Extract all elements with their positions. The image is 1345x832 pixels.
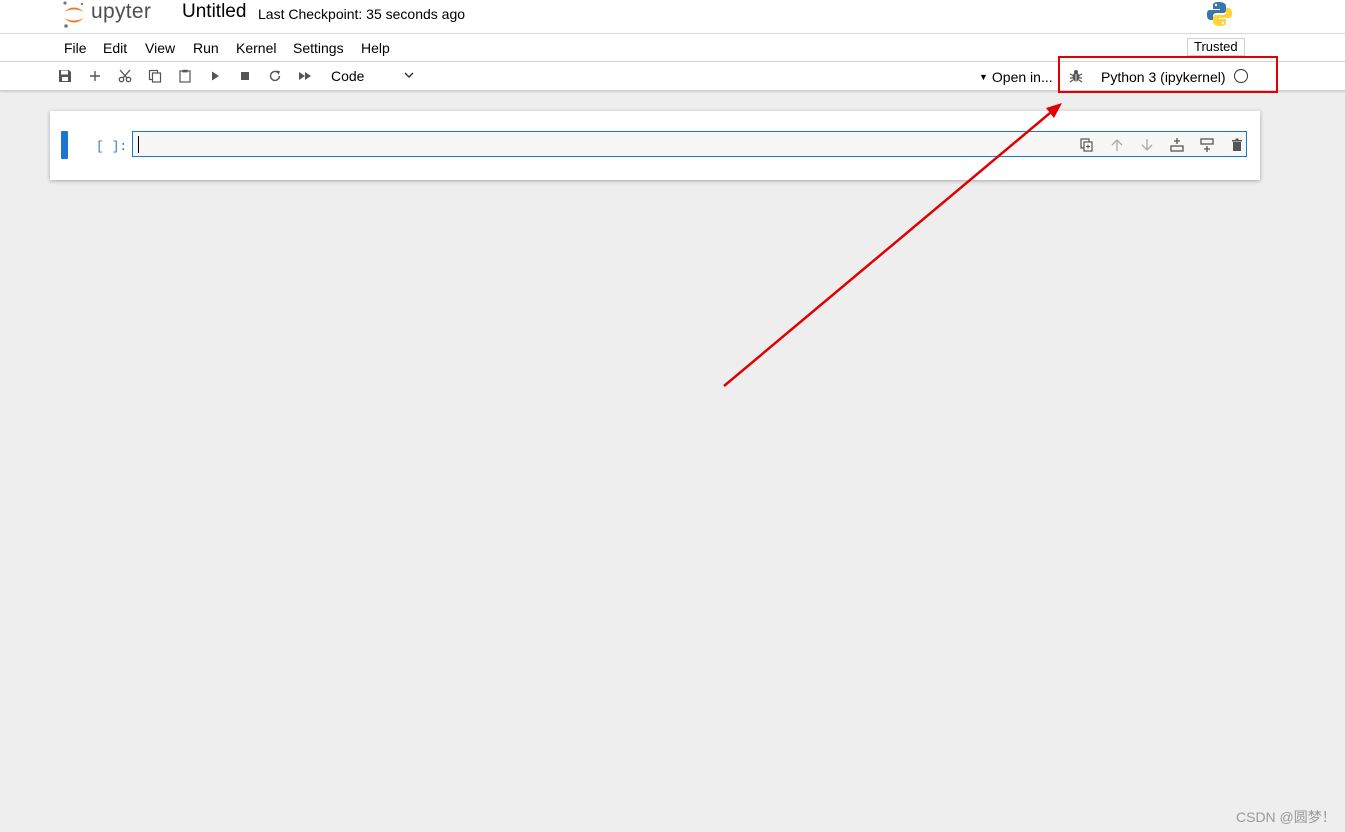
top-header: upyter Untitled Last Checkpoint: 35 seco… xyxy=(0,0,1345,34)
paste-icon[interactable] xyxy=(176,68,194,84)
notebook-title[interactable]: Untitled xyxy=(182,1,246,23)
menu-help[interactable]: Help xyxy=(361,40,390,56)
text-cursor xyxy=(138,136,139,153)
open-in-label: Open in... xyxy=(991,69,1053,85)
notebook-panel: [ ]: xyxy=(50,111,1260,180)
move-down-icon[interactable] xyxy=(1139,137,1155,153)
insert-above-icon[interactable] xyxy=(1169,137,1185,153)
cut-icon[interactable] xyxy=(116,68,134,84)
move-up-icon[interactable] xyxy=(1109,137,1125,153)
chevron-down-icon xyxy=(404,72,414,78)
python-logo-icon xyxy=(1206,1,1233,27)
jupyter-wordmark: upyter xyxy=(91,0,152,23)
last-checkpoint: Last Checkpoint: 35 seconds ago xyxy=(258,6,466,22)
menu-view[interactable]: View xyxy=(145,40,175,56)
run-icon[interactable] xyxy=(206,68,224,84)
duplicate-icon[interactable] xyxy=(1079,137,1095,153)
fast-forward-icon[interactable] xyxy=(296,68,314,84)
menu-file[interactable]: File xyxy=(64,40,87,56)
input-prompt: [ ]: xyxy=(96,139,128,154)
cell-type-value: Code xyxy=(331,68,365,84)
save-icon[interactable] xyxy=(56,68,74,84)
restart-icon[interactable] xyxy=(266,68,284,84)
open-in-button[interactable]: ▼ Open in... xyxy=(979,69,1053,85)
menu-edit[interactable]: Edit xyxy=(103,40,127,56)
jupyter-logo-icon xyxy=(63,1,84,28)
cell-type-select[interactable]: Code xyxy=(331,68,419,86)
cell-collapser[interactable] xyxy=(61,131,68,159)
caret-down-icon: ▼ xyxy=(979,72,988,82)
menu-settings[interactable]: Settings xyxy=(293,40,344,56)
copy-icon[interactable] xyxy=(146,68,164,84)
annotation-highlight-box xyxy=(1058,56,1278,93)
delete-icon[interactable] xyxy=(1229,137,1245,153)
trusted-indicator[interactable]: Trusted xyxy=(1187,38,1245,56)
insert-below-icon[interactable] xyxy=(1199,137,1215,153)
stop-icon[interactable] xyxy=(236,68,254,84)
add-icon[interactable] xyxy=(86,68,104,84)
watermark: CSDN @圆梦！ xyxy=(1236,809,1336,825)
menu-kernel[interactable]: Kernel xyxy=(236,40,276,56)
menu-run[interactable]: Run xyxy=(193,40,219,56)
